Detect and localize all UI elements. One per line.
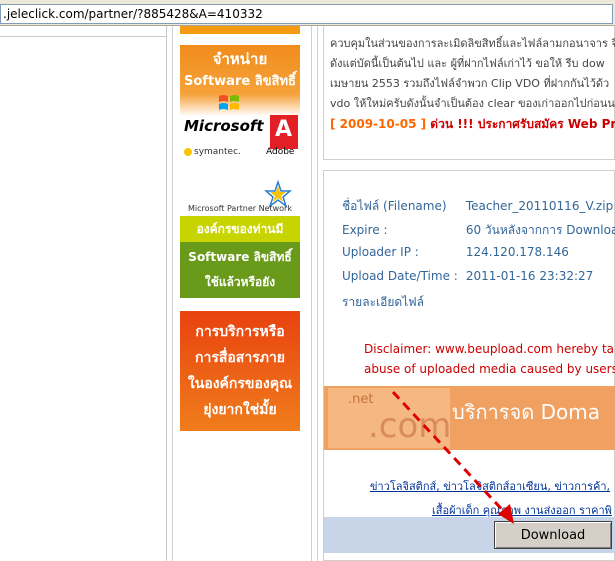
banner-line: จำหน่าย [212,50,268,68]
details-label: รายละเอียดไฟล์ [342,295,425,309]
uploader-label: Uploader IP : [342,245,419,259]
address-bar: .jeleclick.com/partner/?885428&A=410332 [0,0,615,26]
ad-net-text: .net [348,392,374,407]
news-date: [ 2009-10-05 ] [330,117,427,131]
disclaimer-line: abuse of uploaded media caused by users … [364,362,615,376]
uploader-row: Uploader IP : 124.120.178.146 [342,245,569,259]
filename-label: ชื่อไฟล์ (Filename) [342,199,447,213]
download-button[interactable]: Download [494,521,612,549]
news-box: ควบคุมในส่วนของการละเมิดลิขสิทธิ์และไฟล์… [323,26,615,160]
news-headline[interactable]: [ 2009-10-05 ] ด่วน !!! ประกาศรับสมัคร W… [330,115,615,134]
news-line: เมษายน 2553 รวมถึงไฟล์จำพวก Clip VDO ที่… [330,77,610,90]
upload-date-label: Upload Date/Time : [342,269,458,283]
uploader-ip: 124.120.178.146 [465,245,569,259]
file-info-box: ชื่อไฟล์ (Filename) Teacher_20110116_V.z… [323,170,615,561]
news-line: ควบคุมในส่วนของการละเมิดลิขสิทธิ์และไฟล์… [330,37,615,50]
software-license-banner[interactable]: จำหน่าย Software ลิขสิทธิ์ Microsoft A A… [180,45,300,168]
details-row: รายละเอียดไฟล์ [342,293,462,312]
ad-com-text: .com [368,406,452,446]
column-divider [317,26,318,561]
symantec-logo-icon [184,148,192,156]
column-divider [172,26,173,561]
download-bar: Download [324,517,615,553]
ad-image: .net .com [328,388,452,448]
banner-top-edge[interactable] [180,26,300,34]
partner-network-banner[interactable]: Microsoft Partner Network องค์กรของท่านม… [180,180,300,298]
filename-row: ชื่อไฟล์ (Filename) Teacher_20110116_V.z… [342,197,613,216]
upload-date-value: 2011-01-16 23:32:27 [465,269,594,283]
banner-line: ใช้แล้วหรือยัง [204,275,276,289]
news-line: vdo ให้ใหม่ครับดังนั้นจำเป็นต้อง clear ข… [330,97,615,110]
expire-label: Expire : [342,223,388,237]
expire-row: Expire : 60 วันหลังจากการ Downloa [342,221,615,240]
windows-logo-icon [219,95,239,110]
banner-line-box: องค์กรของท่านมี [180,216,300,242]
banner-line: Software ลิขสิทธิ์ [184,74,296,89]
news-headline-text[interactable]: ด่วน !!! ประกาศรับสมัคร Web Pro [430,117,615,131]
adobe-label: Adobe [266,147,295,157]
disclaimer: Disclaimer: www.beupload.com hereby take… [364,339,615,379]
symantec-label: symantec. [194,147,241,157]
filename-value: Teacher_20110116_V.zip [465,199,614,213]
expire-value: 60 วันหลังจากการ Downloa [465,223,615,237]
news-line: ดังแต่บัดนี้เป็นต้นไป และ ผู้ที่ฝากไฟล์เ… [330,57,605,70]
banner-line: การบริการหรือ [195,324,285,340]
related-links[interactable]: ข่าวโลจิสติกส์, ข่าวโลจิสติกส์อาเซียน, ข… [370,477,610,495]
partner-network-label: Microsoft Partner Network [188,204,292,213]
microsoft-logo: Microsoft [184,117,264,135]
adobe-logo-icon: A [270,115,298,149]
disclaimer-line: Disclaimer: www.beupload.com hereby take… [364,342,615,356]
communication-service-banner[interactable]: การบริการหรือ การสื่อสารภาย ในองค์กรของค… [180,311,300,431]
banner-line: องค์กรของท่านมี [196,222,284,236]
news-text: ควบคุมในส่วนของการละเมิดลิขสิทธิ์และไฟล์… [330,34,615,114]
upload-date-row: Upload Date/Time : 2011-01-16 23:32:27 [342,269,593,283]
column-divider [311,26,312,561]
url-field[interactable]: .jeleclick.com/partner/?885428&A=410332 [0,4,613,24]
banner-line: Software ลิขสิทธิ์ [188,250,292,264]
left-panel-header [0,26,166,37]
banner-line: การสื่อสารภาย [194,350,286,366]
left-panel [0,26,167,561]
domain-ad-banner[interactable]: .net .com บริการจด Doma [324,386,615,450]
ad-title: บริการจด Doma [452,400,600,424]
banner-line: ยุ่งยากใช่มั้ย [203,402,277,418]
banner-line: ในองค์กรของคุณ [187,376,293,392]
banner-line-box: Software ลิขสิทธิ์ ใช้แล้วหรือยัง [180,242,300,298]
